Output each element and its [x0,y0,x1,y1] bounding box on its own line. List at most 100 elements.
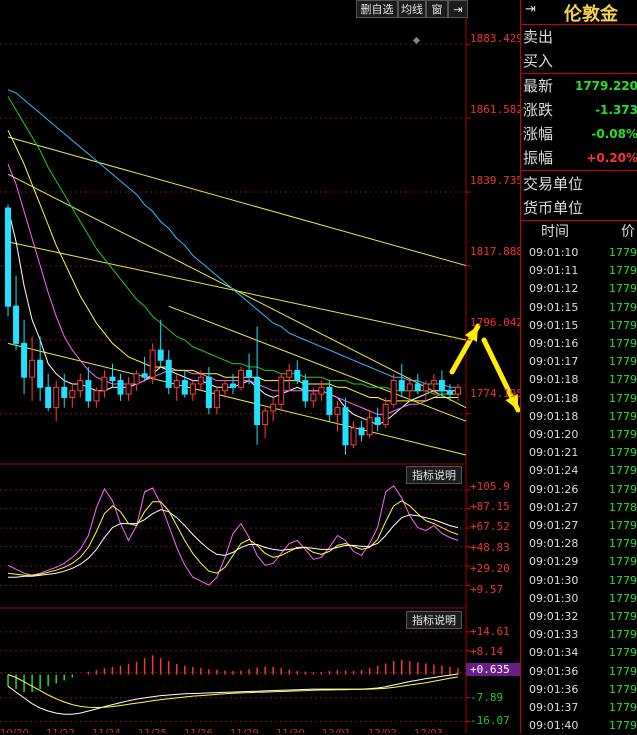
pct-row: 涨幅 -0.08% [521,122,637,146]
candle-body [326,386,333,415]
tick-price: 1779.2 [609,246,637,259]
window-button[interactable]: 窗 [426,0,448,18]
candle-body [101,376,108,392]
candle-body [422,383,429,392]
tick-row: 09:01:15 1779.2 [521,317,637,335]
tick-price: 1779.2 [609,428,637,441]
tick-row: 09:01:40 1779.2 [521,717,637,735]
quote-panel: ⇥ 伦敦金 卖出 买入 最新 1779.220 涨跌 -1.373 涨幅 -0.… [520,0,637,733]
currency-label: 货币单位 [523,199,584,217]
candle-body [230,383,236,388]
candle-body [278,376,285,405]
tick-row: 09:01:11 1779.2 [521,262,637,280]
amplitude-row: 振幅 +0.20% [521,146,637,170]
tick-row: 09:01:33 1779.2 [521,626,637,644]
tick-time: 09:01:16 [529,337,579,350]
x-tick-label: 11/30 [276,728,305,733]
delete-favorite-button[interactable]: 删自选 [356,0,398,18]
candle-body [37,359,44,388]
tick-price: 1779.2 [609,391,637,405]
tick-price: 1779.2 [609,337,637,350]
tick-time: 09:01:29 [529,555,579,569]
latest-value: 1779.220 [574,79,637,93]
candle-body [398,380,405,392]
amplitude-label: 振幅 [523,149,554,167]
tick-time: 09:01:24 [529,464,579,478]
change-value: -1.373 [595,103,637,117]
tick-time: 09:01:36 [529,664,579,678]
candle-body [430,380,437,385]
tick-price: 1779.2 [609,628,637,642]
x-tick-label: 10/20 [0,728,29,733]
tick-row: 09:01:27 1779.2 [521,517,637,535]
candle-body [358,427,365,436]
tick-price: 1779.2 [609,646,637,660]
tick-row: 09:01:21 1779.2 [521,444,637,462]
tick-time: 09:01:40 [529,719,579,733]
tick-row: 09:01:30 1779.2 [521,590,637,608]
moving-average-button[interactable]: 均线 [398,0,426,18]
pct-value: -0.08% [591,127,637,141]
tick-price: 1779.2 [609,264,637,278]
x-tick-label: 12/02 [368,728,397,733]
candle-body [238,369,245,388]
candle-body [350,427,357,446]
change-row: 涨跌 -1.373 [521,98,637,122]
tick-price: 1779.2 [609,409,637,423]
indicator-explain-button[interactable]: 指标说明 [406,611,462,629]
tick-time: 09:01:15 [529,318,579,332]
candle-body [246,369,253,378]
tick-time: 09:01:32 [529,610,579,623]
tick-time: 09:01:37 [529,701,579,714]
candle-body [165,359,172,388]
tick-time: 09:01:33 [529,628,579,642]
ticks-header: 时间 价 [521,222,637,242]
candle-body [382,403,389,426]
tick-price: 1779.2 [609,373,637,387]
tick-row: 09:01:27 1778.9 [521,499,637,517]
tick-time: 09:01:30 [529,591,579,605]
tick-time: 09:01:18 [529,391,579,405]
tick-time: 09:01:10 [529,246,579,259]
divider [521,220,637,221]
pin-icon[interactable]: ⇥ [525,2,536,17]
tick-price: 1779.2 [609,300,637,314]
candle-body [173,380,180,388]
candle-body [302,380,309,402]
tick-row: 09:01:29 1779.2 [521,553,637,571]
tick-row: 09:01:34 1779.2 [521,644,637,662]
tick-time: 09:01:18 [529,409,579,423]
candle-body [454,386,461,395]
candle-body [77,380,84,392]
tick-price: 1778.9 [609,500,637,514]
currency-row: 货币单位 [521,196,637,220]
candle-body [149,349,156,378]
candle-body [414,383,421,392]
tick-row: 09:01:36 1779.2 [521,663,637,681]
tick-time: 09:01:18 [529,373,579,387]
sell-row: 卖出 [521,25,637,49]
tick-time: 09:01:15 [529,300,579,314]
time-header: 时间 [541,224,569,240]
buy-label: 买入 [523,52,554,70]
x-tick-label: 11/24 [92,728,121,733]
tick-price: 1779.2 [609,519,637,532]
tick-row: 09:01:26 1779.2 [521,481,637,499]
change-label: 涨跌 [523,101,554,119]
tick-row: 09:01:18 1779.2 [521,371,637,389]
tick-time: 09:01:17 [529,355,579,369]
divider [521,170,637,171]
tick-price: 1779.2 [609,355,637,369]
tick-price: 1779.2 [609,282,637,296]
candle-body [69,390,76,398]
quote-panel-title: ⇥ 伦敦金 [521,0,637,25]
indicator-explain-button[interactable]: 指标说明 [406,466,462,484]
tick-row: 09:01:37 1779.2 [521,699,637,717]
tick-time: 09:01:36 [529,682,579,696]
candle-body [133,373,140,385]
tick-price: 1779.2 [609,464,637,478]
tick-row: 09:01:15 1779.2 [521,299,637,317]
collapse-panel-button[interactable]: ⇥ [448,0,468,18]
candle-body [109,376,116,382]
candle-body [390,380,397,405]
